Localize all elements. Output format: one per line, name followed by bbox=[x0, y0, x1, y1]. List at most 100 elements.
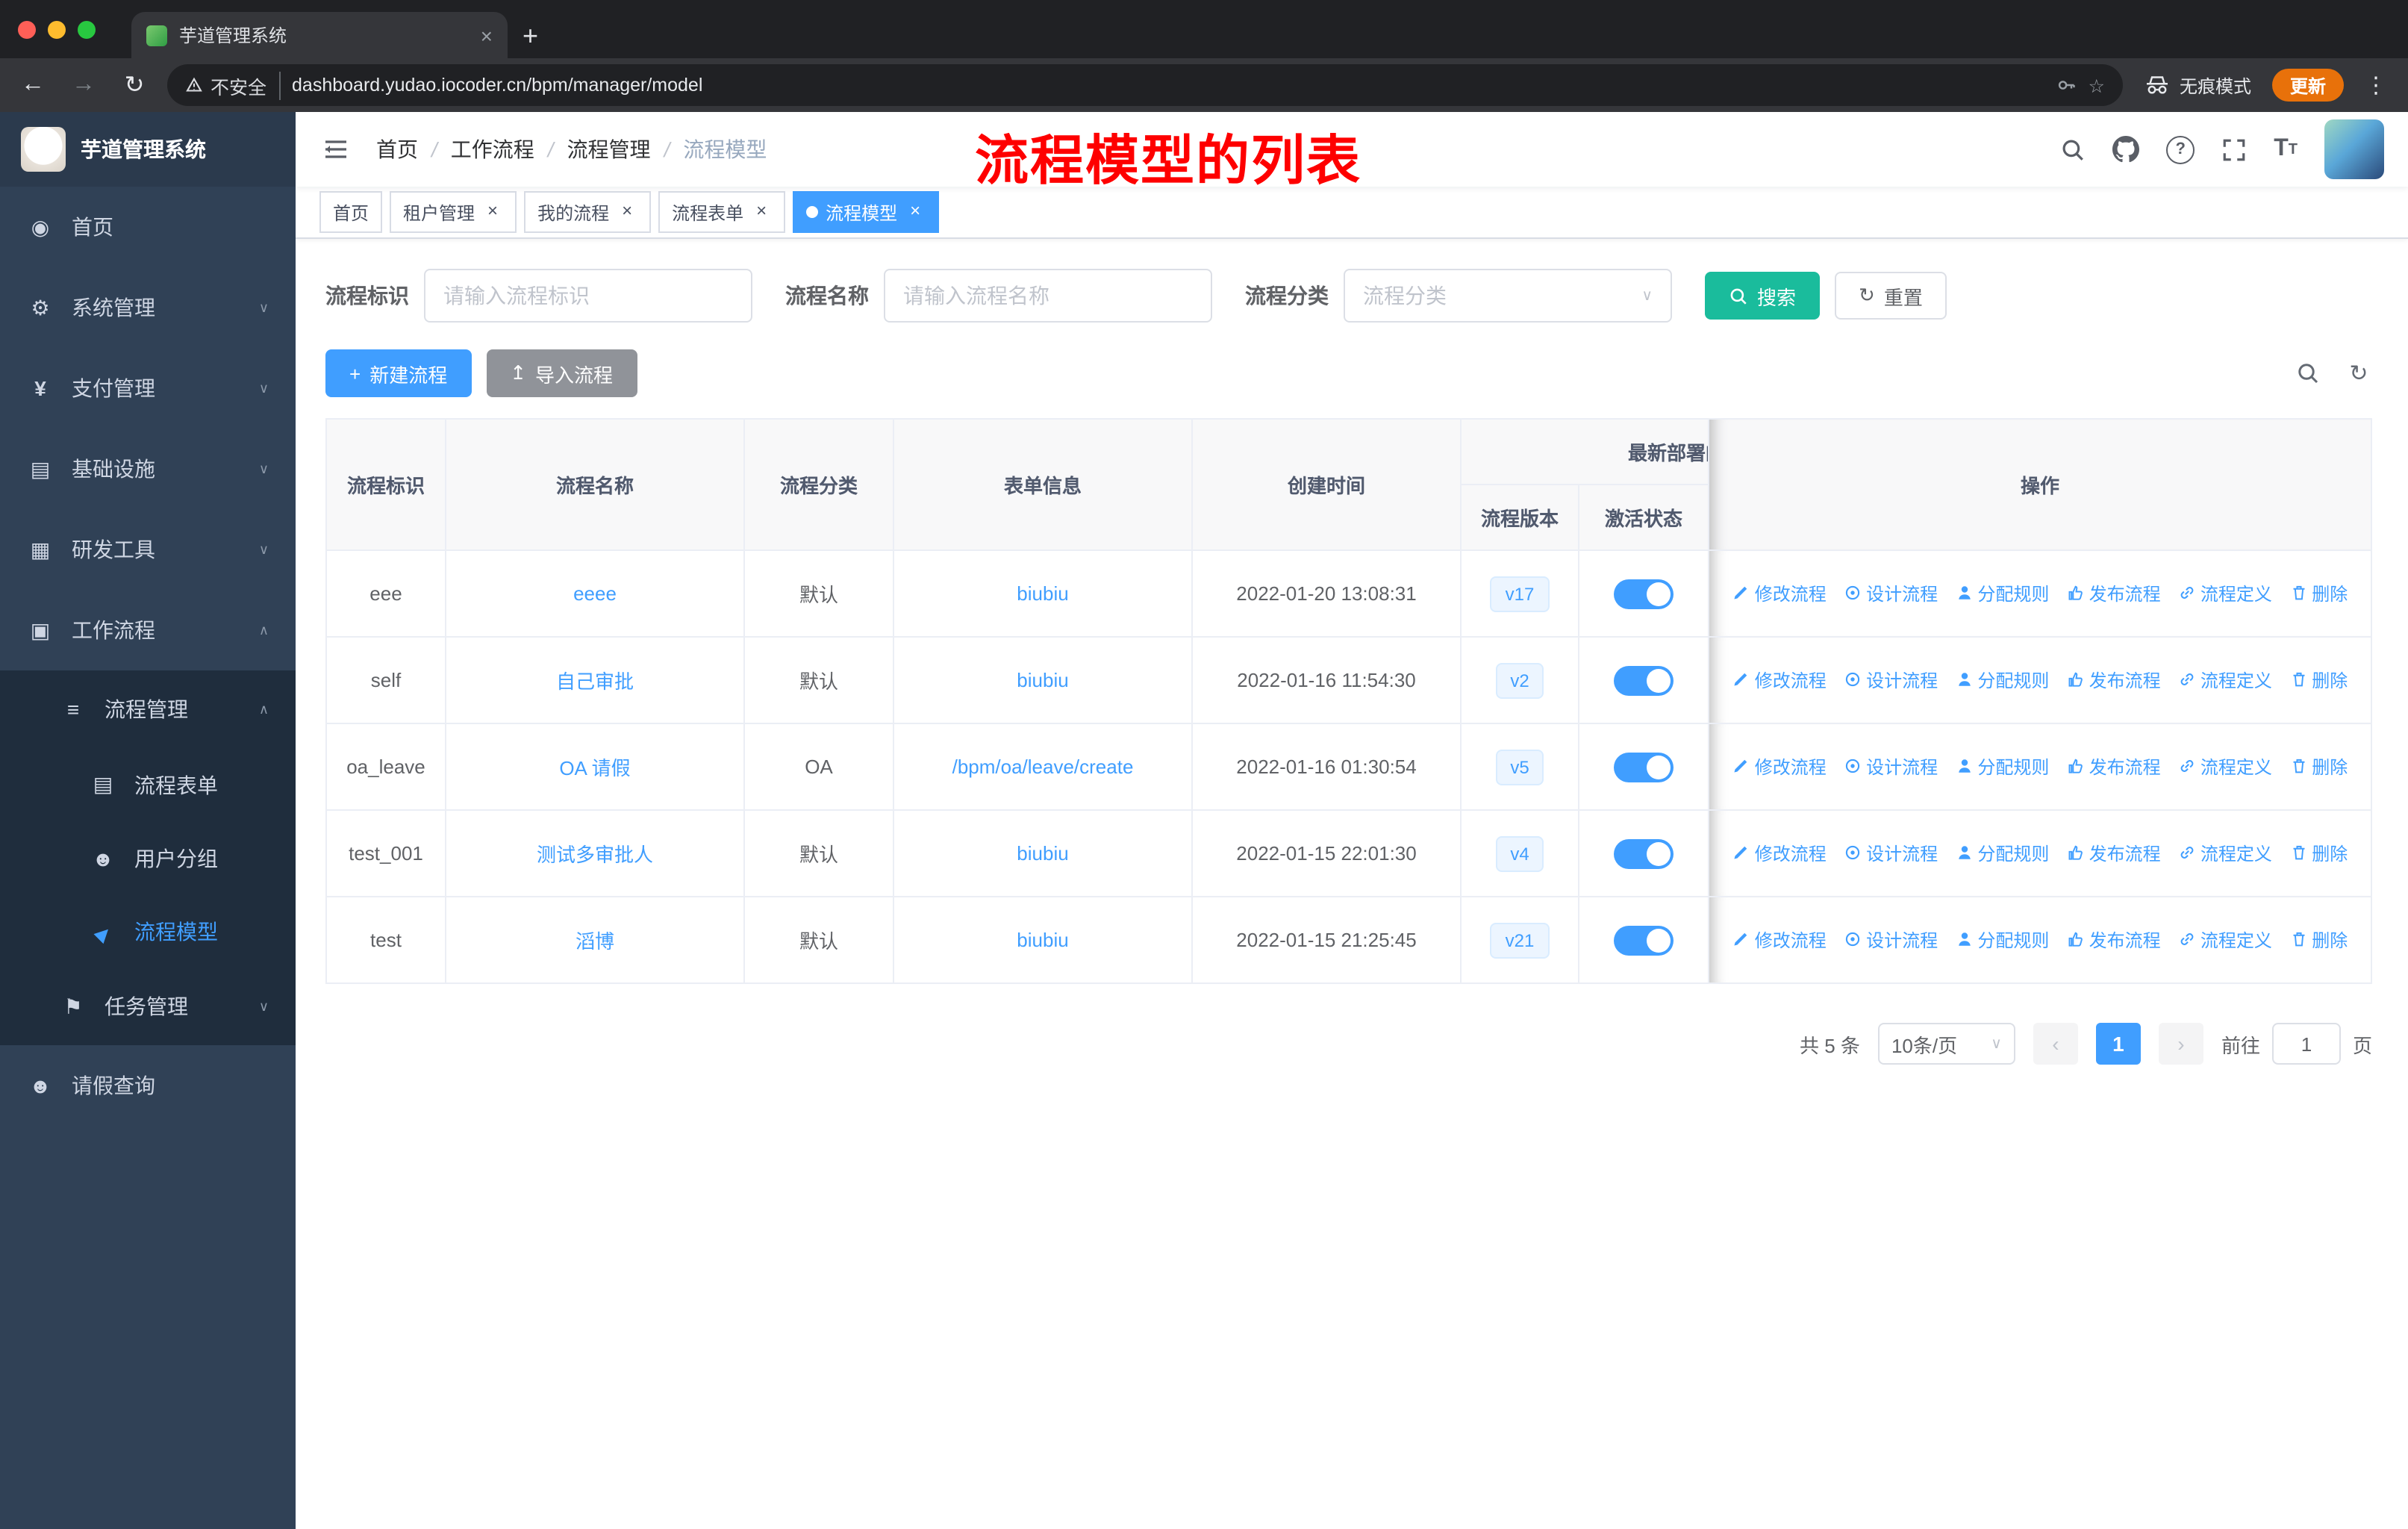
process-definition-link[interactable]: 流程定义 bbox=[2178, 754, 2272, 779]
process-id-input[interactable] bbox=[424, 269, 752, 323]
design-process-link[interactable]: 设计流程 bbox=[1844, 754, 1938, 779]
breadcrumb-item[interactable]: 首页 bbox=[376, 134, 418, 164]
assign-rule-link[interactable]: 分配规则 bbox=[1955, 667, 2049, 693]
sidebar-menu-item[interactable]: 支付管理 bbox=[0, 348, 296, 429]
publish-process-link[interactable]: 发布流程 bbox=[2067, 754, 2161, 779]
assign-rule-link[interactable]: 分配规则 bbox=[1955, 927, 2049, 953]
view-tag[interactable]: 流程表单 × bbox=[658, 191, 786, 233]
process-name-link[interactable]: 自己审批 bbox=[556, 670, 634, 693]
form-info-link[interactable]: biubiu bbox=[1017, 842, 1068, 865]
tag-close-icon[interactable]: × bbox=[905, 201, 926, 222]
design-process-link[interactable]: 设计流程 bbox=[1844, 841, 1938, 866]
form-info-link[interactable]: /bpm/oa/leave/create bbox=[952, 756, 1134, 778]
page-size-select[interactable]: 10条/页 ∨ bbox=[1877, 1023, 2015, 1065]
view-tag[interactable]: 流程模型 × bbox=[793, 191, 940, 233]
design-process-link[interactable]: 设计流程 bbox=[1844, 581, 1938, 606]
publish-process-link[interactable]: 发布流程 bbox=[2067, 927, 2161, 953]
new-tab-button[interactable]: + bbox=[523, 21, 538, 52]
window-minimize-button[interactable] bbox=[48, 20, 66, 38]
publish-process-link[interactable]: 发布流程 bbox=[2067, 841, 2161, 866]
breadcrumb-item[interactable]: 工作流程 bbox=[451, 134, 534, 164]
design-process-link[interactable]: 设计流程 bbox=[1844, 927, 1938, 953]
import-process-button[interactable]: ↥ 导入流程 bbox=[486, 349, 637, 397]
sidebar-collapse-icon[interactable] bbox=[296, 136, 376, 163]
sidebar-menu-item[interactable]: 基础设施 bbox=[0, 429, 296, 509]
refresh-icon[interactable]: ↻ bbox=[2345, 360, 2372, 387]
active-toggle[interactable] bbox=[1614, 665, 1674, 695]
delete-process-link[interactable]: 删除 bbox=[2289, 581, 2348, 606]
browser-tab[interactable]: 芋道管理系统 × bbox=[131, 12, 508, 58]
assign-rule-link[interactable]: 分配规则 bbox=[1955, 754, 2049, 779]
search-button[interactable]: 搜索 bbox=[1705, 272, 1821, 320]
fullscreen-icon[interactable] bbox=[2221, 137, 2247, 162]
process-definition-link[interactable]: 流程定义 bbox=[2178, 667, 2272, 693]
process-name-link[interactable]: eeee bbox=[573, 582, 617, 605]
active-toggle[interactable] bbox=[1614, 752, 1674, 782]
active-toggle[interactable] bbox=[1614, 925, 1674, 955]
tag-close-icon[interactable]: × bbox=[617, 201, 637, 222]
bookmark-star-icon[interactable]: ☆ bbox=[2089, 74, 2105, 96]
reset-button[interactable]: ↻ 重置 bbox=[1835, 272, 1947, 320]
assign-rule-link[interactable]: 分配规则 bbox=[1955, 581, 2049, 606]
form-info-link[interactable]: biubiu bbox=[1017, 929, 1068, 951]
process-definition-link[interactable]: 流程定义 bbox=[2178, 581, 2272, 606]
sidebar-menu-item[interactable]: 首页 bbox=[0, 187, 296, 267]
process-category-select[interactable]: 流程分类 ∨ bbox=[1344, 269, 1672, 323]
form-info-link[interactable]: biubiu bbox=[1017, 669, 1068, 691]
user-avatar[interactable] bbox=[2324, 119, 2384, 179]
window-zoom-button[interactable] bbox=[78, 20, 96, 38]
design-process-link[interactable]: 设计流程 bbox=[1844, 667, 1938, 693]
goto-page-input[interactable] bbox=[2271, 1023, 2341, 1065]
process-definition-link[interactable]: 流程定义 bbox=[2178, 927, 2272, 953]
password-key-icon[interactable] bbox=[2056, 75, 2077, 96]
search-icon[interactable] bbox=[2060, 137, 2086, 162]
window-close-button[interactable] bbox=[18, 20, 36, 38]
process-name-input[interactable] bbox=[884, 269, 1212, 323]
view-tag[interactable]: 我的流程 × bbox=[524, 191, 652, 233]
sidebar-menu-item[interactable]: 工作流程 bbox=[0, 590, 296, 670]
process-name-link[interactable]: OA 请假 bbox=[559, 757, 630, 779]
hide-search-icon[interactable] bbox=[2295, 360, 2321, 387]
tag-close-icon[interactable]: × bbox=[751, 201, 772, 222]
active-toggle[interactable] bbox=[1614, 579, 1674, 608]
process-name-link[interactable]: 滔博 bbox=[576, 930, 614, 953]
view-tag[interactable]: 首页 × bbox=[319, 191, 383, 233]
delete-process-link[interactable]: 删除 bbox=[2289, 754, 2348, 779]
view-tag[interactable]: 租户管理 × bbox=[390, 191, 517, 233]
next-page-button[interactable]: › bbox=[2158, 1023, 2203, 1065]
sidebar-subitem[interactable]: 用户分组 bbox=[0, 821, 296, 894]
edit-process-link[interactable]: 修改流程 bbox=[1732, 927, 1827, 953]
font-size-icon[interactable]: TT bbox=[2274, 136, 2298, 163]
address-bar[interactable]: 不安全 dashboard.yudao.iocoder.cn/bpm/manag… bbox=[167, 64, 2123, 106]
delete-process-link[interactable]: 删除 bbox=[2289, 927, 2348, 953]
back-icon[interactable]: ← bbox=[15, 72, 51, 99]
delete-process-link[interactable]: 删除 bbox=[2289, 667, 2348, 693]
sidebar-menu-item[interactable]: 系统管理 bbox=[0, 267, 296, 348]
help-icon[interactable]: ? bbox=[2166, 135, 2195, 164]
sidebar-subitem[interactable]: 流程表单 bbox=[0, 748, 296, 821]
browser-menu-icon[interactable]: ⋮ bbox=[2359, 72, 2393, 99]
active-toggle[interactable] bbox=[1614, 838, 1674, 868]
current-page-button[interactable]: 1 bbox=[2095, 1023, 2141, 1065]
process-definition-link[interactable]: 流程定义 bbox=[2178, 841, 2272, 866]
delete-process-link[interactable]: 删除 bbox=[2289, 841, 2348, 866]
site-security-chip[interactable]: 不安全 bbox=[185, 71, 281, 99]
form-info-link[interactable]: biubiu bbox=[1017, 582, 1068, 605]
sidebar-item-task-mgmt[interactable]: 任务管理 bbox=[0, 968, 296, 1045]
sidebar-item-leave-query[interactable]: 请假查询 bbox=[0, 1045, 296, 1126]
update-button[interactable]: 更新 bbox=[2271, 69, 2344, 102]
edit-process-link[interactable]: 修改流程 bbox=[1732, 841, 1827, 866]
reload-icon[interactable]: ↻ bbox=[116, 70, 152, 100]
publish-process-link[interactable]: 发布流程 bbox=[2067, 667, 2161, 693]
app-logo-row[interactable]: 芋道管理系统 bbox=[0, 112, 296, 187]
process-name-link[interactable]: 测试多审批人 bbox=[537, 844, 653, 866]
sidebar-item-process-mgmt[interactable]: 流程管理 bbox=[0, 670, 296, 748]
assign-rule-link[interactable]: 分配规则 bbox=[1955, 841, 2049, 866]
create-process-button[interactable]: + 新建流程 bbox=[325, 349, 472, 397]
tab-close-icon[interactable]: × bbox=[481, 23, 493, 47]
breadcrumb-item[interactable]: 流程管理 bbox=[567, 134, 651, 164]
prev-page-button[interactable]: ‹ bbox=[2033, 1023, 2078, 1065]
sidebar-subitem[interactable]: 流程模型 bbox=[0, 894, 296, 968]
tag-close-icon[interactable]: × bbox=[482, 201, 503, 222]
sidebar-menu-item[interactable]: 研发工具 bbox=[0, 509, 296, 590]
